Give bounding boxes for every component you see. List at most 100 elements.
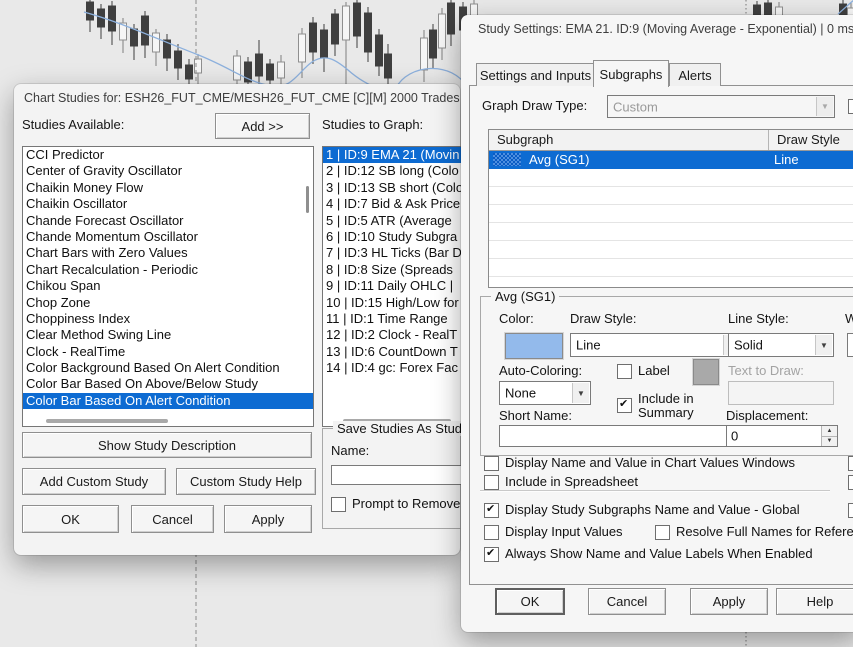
color-label: Color: (499, 311, 534, 326)
checkbox-box (617, 364, 632, 379)
color-swatch[interactable] (505, 333, 563, 359)
draw-style-label: Draw Style: (570, 311, 636, 326)
checkbox-box (848, 475, 853, 490)
display-input-values-checkbox[interactable]: Display Input Values (484, 525, 623, 540)
list-item[interactable]: Color Bar Based On Above/Below Study (23, 376, 313, 392)
table-row-empty[interactable] (489, 223, 853, 241)
table-row[interactable]: Avg (SG1)Line (489, 151, 853, 169)
subgraph-table-header: Subgraph Draw Style (489, 130, 853, 151)
save-name-label: Name: (331, 443, 369, 458)
list-item[interactable]: Chart Recalculation - Periodic (23, 262, 313, 278)
table-row-empty[interactable] (489, 259, 853, 277)
checkbox-box (484, 547, 499, 562)
tab-settings-and-inputs[interactable]: Settings and Inputs (476, 63, 595, 86)
cancel-button[interactable]: Cancel (131, 505, 214, 533)
checkbox-box (617, 398, 632, 413)
list-item[interactable]: Chande Forecast Oscillator (23, 213, 313, 229)
spinner-up-icon[interactable]: ▲ (822, 426, 837, 437)
list-item[interactable]: Chande Momentum Oscillator (23, 229, 313, 245)
cancel-button[interactable]: Cancel (588, 588, 666, 615)
include-in-summary-checkbox[interactable]: Include in Summary (617, 392, 722, 420)
list-item[interactable]: Clock - RealTime (23, 344, 313, 360)
auto-coloring-select[interactable]: None ▼ (499, 381, 591, 405)
list-item[interactable]: Clear Method Swing Line (23, 327, 313, 343)
chevron-down-icon: ▼ (572, 383, 589, 403)
list-item[interactable]: Choppiness Index (23, 311, 313, 327)
checkbox-box (848, 99, 853, 114)
include-in-spreadsheet-checkbox[interactable]: Include in Spreadsheet (484, 475, 638, 490)
label-checkbox[interactable]: Label (617, 364, 670, 379)
ok-button[interactable]: OK (22, 505, 119, 533)
checkbox-box (848, 456, 853, 471)
list-item[interactable]: Chaikin Oscillator (23, 196, 313, 212)
list-item[interactable]: Center of Gravity Oscillator (23, 163, 313, 179)
horizontal-scrollbar-thumb[interactable] (46, 419, 168, 423)
line-style-select[interactable]: Solid ▼ (728, 333, 834, 357)
studies-to-graph-label: Studies to Graph: (322, 117, 423, 132)
table-row-empty[interactable] (489, 277, 853, 288)
display-study-subgraphs-global-checkbox[interactable]: Display Study Subgraphs Name and Value -… (484, 503, 800, 518)
draw-style-select[interactable]: Line ▼ (570, 333, 742, 357)
add-button[interactable]: Add >> (215, 113, 310, 139)
list-item[interactable]: Color Background Based On Alert Conditio… (23, 360, 313, 376)
list-item[interactable]: Chart Bars with Zero Values (23, 245, 313, 261)
show-study-description-button[interactable]: Show Study Description (22, 432, 312, 458)
always-show-labels-checkbox[interactable]: Always Show Name and Value Labels When E… (484, 547, 813, 562)
apply-button[interactable]: Apply (224, 505, 312, 533)
displacement-stepper[interactable]: 0 ▲ ▼ (726, 425, 838, 447)
chart-studies-title-bar[interactable]: Chart Studies for: ESH26_FUT_CME/MESH26_… (24, 91, 477, 105)
display-name-value-checkbox[interactable]: Display Name and Value in Chart Values W… (484, 456, 795, 471)
vertical-scrollbar-thumb[interactable] (306, 186, 309, 213)
tab-alerts[interactable]: Alerts (669, 63, 721, 86)
separator (480, 490, 830, 492)
checkbox-box (655, 525, 670, 540)
table-row-empty[interactable] (489, 169, 853, 187)
chart-studies-dialog: Chart Studies for: ESH26_FUT_CME/MESH26_… (14, 84, 460, 555)
table-row-empty[interactable] (489, 205, 853, 223)
graph-draw-type-label: Graph Draw Type: (482, 98, 587, 113)
apply-button[interactable]: Apply (690, 588, 768, 615)
short-name-input[interactable] (499, 425, 743, 447)
width-select[interactable] (847, 333, 853, 357)
partial-checkbox[interactable] (848, 503, 853, 518)
save-studies-group-label: Save Studies As Stud (333, 421, 466, 436)
tab-subgraphs[interactable]: Subgraphs (593, 60, 669, 87)
text-to-draw-input[interactable] (728, 381, 834, 405)
help-button[interactable]: Help (776, 588, 853, 615)
chevron-down-icon: ▼ (815, 335, 832, 355)
save-name-input[interactable] (331, 465, 475, 485)
partial-checkbox[interactable] (848, 475, 853, 490)
study-settings-dialog: Study Settings: EMA 21. ID:9 (Moving Ave… (461, 15, 853, 632)
table-row-empty[interactable] (489, 241, 853, 259)
partial-checkbox[interactable] (848, 456, 853, 471)
checkbox-box (484, 503, 499, 518)
study-settings-title-bar[interactable]: Study Settings: EMA 21. ID:9 (Moving Ave… (478, 22, 853, 36)
line-style-label: Line Style: (728, 311, 789, 326)
table-row-empty[interactable] (489, 187, 853, 205)
prompt-to-remove-checkbox[interactable]: Prompt to Remove (331, 497, 460, 512)
column-header-subgraph: Subgraph (489, 130, 769, 150)
list-item[interactable]: Chop Zone (23, 295, 313, 311)
studies-available-listbox[interactable]: CCI PredictorCenter of Gravity Oscillato… (22, 146, 314, 427)
custom-study-help-button[interactable]: Custom Study Help (176, 468, 316, 495)
resolve-full-names-checkbox[interactable]: Resolve Full Names for Refere (655, 525, 853, 540)
list-item[interactable]: CCI Predictor (23, 147, 313, 163)
graph-draw-type-select[interactable]: Custom ▼ (607, 95, 835, 118)
checkbox-box (484, 525, 499, 540)
add-custom-study-button[interactable]: Add Custom Study (22, 468, 166, 495)
displacement-label: Displacement: (726, 408, 808, 423)
spinner-down-icon[interactable]: ▼ (822, 437, 837, 447)
save-studies-group: Save Studies As Stud Name: Prompt to Rem… (322, 428, 484, 529)
checkbox-box (848, 503, 853, 518)
label-color-swatch[interactable] (693, 359, 719, 385)
column-header-draw-style: Draw Style (769, 130, 853, 150)
width-label: W (845, 311, 853, 326)
list-item[interactable]: Chaikin Money Flow (23, 180, 313, 196)
partial-checkbox[interactable] (848, 99, 853, 114)
list-item[interactable]: Chikou Span (23, 278, 313, 294)
avg-sg1-group-label: Avg (SG1) (491, 289, 559, 304)
ok-button[interactable]: OK (495, 588, 565, 615)
avg-sg1-group: Avg (SG1) Color: Draw Style: Line ▼ Line… (480, 296, 853, 456)
studies-available-label: Studies Available: (22, 117, 124, 132)
list-item[interactable]: Color Bar Based On Alert Condition (23, 393, 313, 409)
